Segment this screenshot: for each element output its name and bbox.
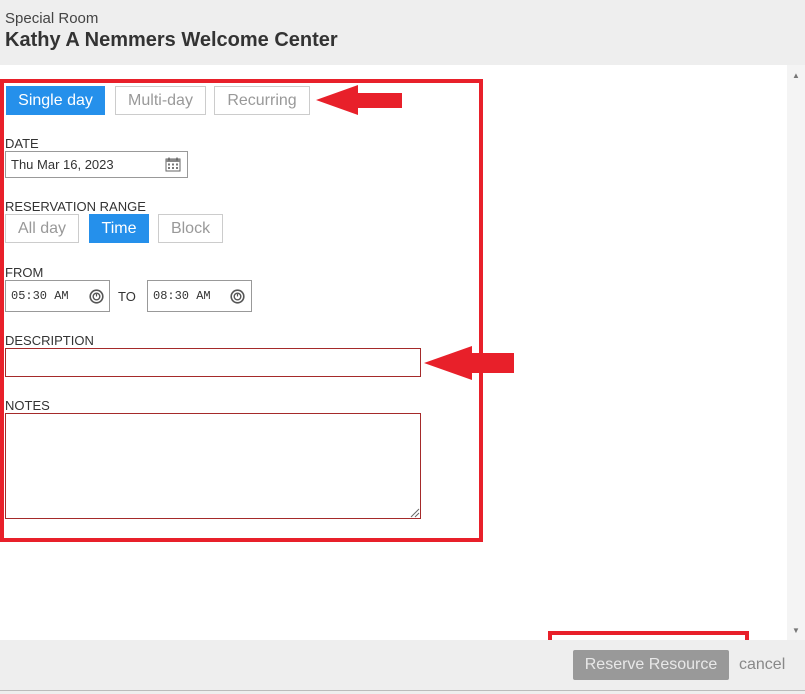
footer-divider — [0, 690, 805, 691]
description-input[interactable] — [5, 348, 421, 377]
reservation-range-label: RESERVATION RANGE — [5, 199, 146, 214]
tab-multi-day[interactable]: Multi-day — [115, 86, 206, 115]
to-label: TO — [118, 289, 136, 304]
range-block-button[interactable]: Block — [158, 214, 223, 243]
notes-textarea[interactable] — [5, 413, 421, 519]
dialog-header: Special Room Kathy A Nemmers Welcome Cen… — [0, 0, 805, 65]
tab-single-day[interactable]: Single day — [6, 86, 105, 115]
resource-title: Kathy A Nemmers Welcome Center — [5, 29, 338, 51]
clock-icon[interactable] — [230, 289, 245, 304]
description-label: DESCRIPTION — [5, 333, 94, 348]
resource-type-label: Special Room — [5, 10, 99, 27]
clock-icon[interactable] — [89, 289, 104, 304]
range-time-button[interactable]: Time — [89, 214, 149, 243]
resize-grip-icon[interactable] — [409, 507, 420, 518]
range-all-day-button[interactable]: All day — [5, 214, 79, 243]
date-label: DATE — [5, 136, 39, 151]
calendar-icon[interactable] — [165, 157, 181, 172]
notes-label: NOTES — [5, 398, 50, 413]
reserve-resource-button[interactable]: Reserve Resource — [573, 650, 729, 680]
cancel-link[interactable]: cancel — [739, 656, 785, 674]
scroll-down-icon[interactable]: ▼ — [787, 624, 805, 638]
scroll-up-icon[interactable]: ▲ — [787, 69, 805, 83]
vertical-scrollbar[interactable]: ▲ ▼ — [787, 65, 805, 640]
tab-recurring[interactable]: Recurring — [214, 86, 310, 115]
from-label: FROM — [5, 265, 44, 280]
date-field[interactable]: Thu Mar 16, 2023 — [5, 151, 188, 178]
arrow-left-icon — [316, 85, 402, 115]
arrow-left-icon — [424, 346, 514, 380]
